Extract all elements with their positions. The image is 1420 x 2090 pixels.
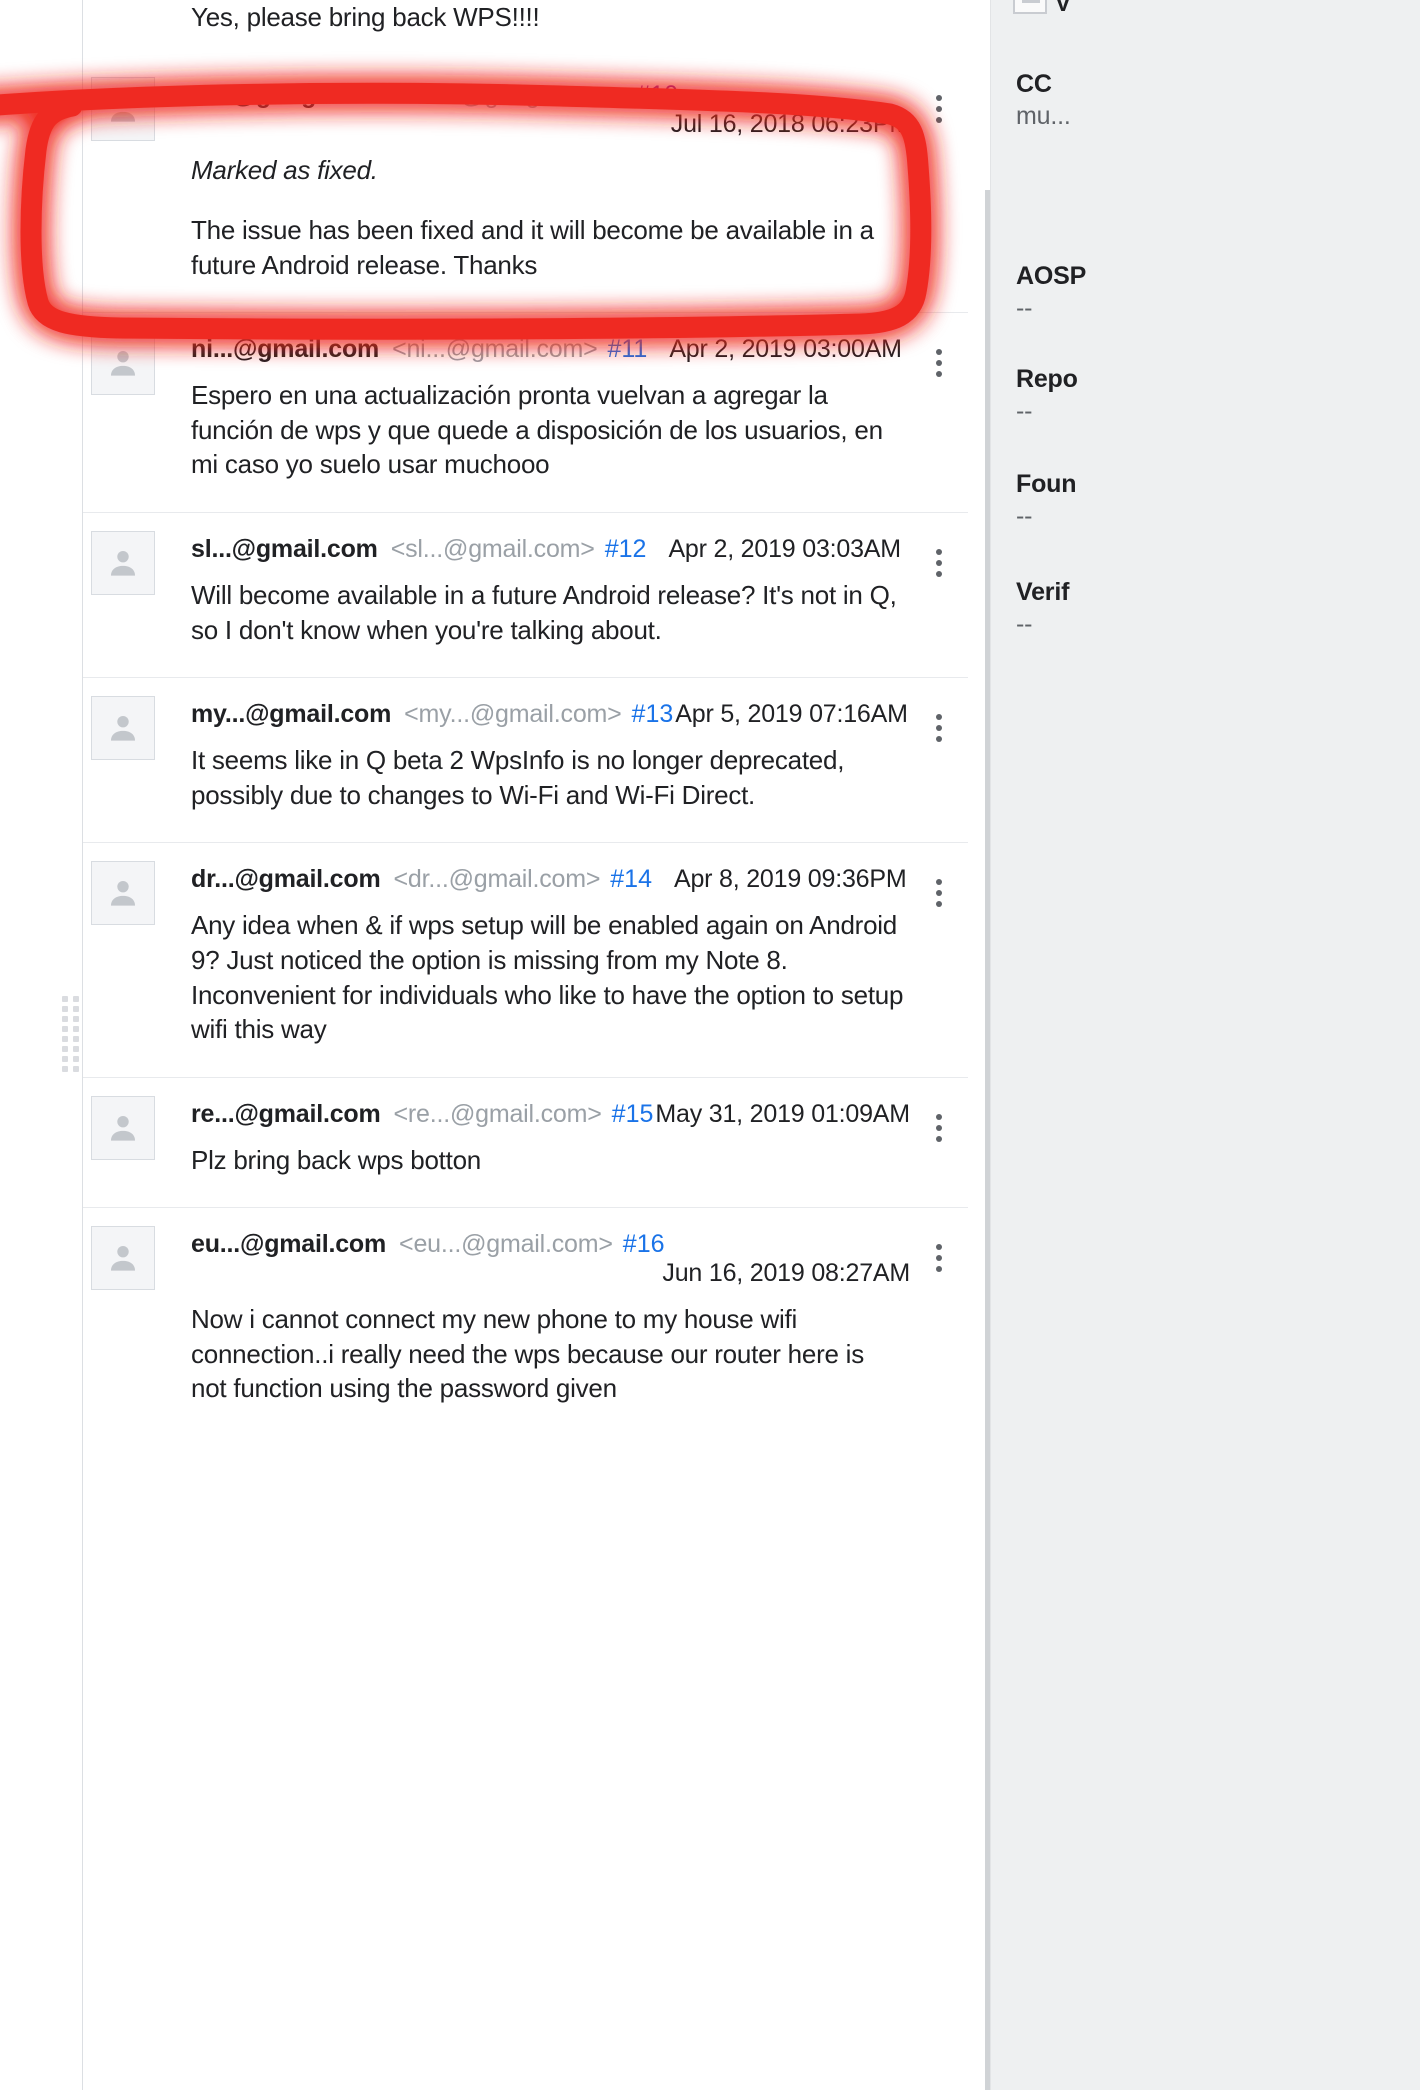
left-gutter [0, 0, 86, 2090]
metadata-label: CC [1016, 70, 1052, 98]
comment-author-email: <eu...@gmail.com> [399, 1230, 613, 1259]
drag-handle-icon[interactable] [62, 996, 80, 1074]
comment-body: Will become available in a future Androi… [83, 568, 968, 677]
comment-date: Apr 8, 2019 09:36PM [673, 865, 907, 894]
metadata-field: Verif -- [1016, 578, 1069, 639]
comment-date: Apr 2, 2019 03:03AM [668, 535, 901, 564]
comment-item: sl...@gmail.com <sl...@gmail.com> #12 Apr 2… [83, 512, 968, 678]
comment-author-email: <re...@gmail.com> [393, 1099, 602, 1128]
comment-item: vi...@google.com <vi...@google.com> #10 Jul… [83, 58, 968, 313]
comment-body: It seems like in Q beta 2 WpsInfo is no … [83, 733, 968, 842]
screenshot-root: Yes, please bring back WPS!!!! vi...@goo… [0, 0, 1420, 2090]
comment-body: Espero en una actualización pronta vuelv… [83, 368, 968, 512]
comment-number-link[interactable]: #11 [607, 335, 647, 364]
comment-number-link[interactable]: #13 [632, 700, 674, 729]
avatar [91, 861, 155, 926]
metadata-field: Repo -- [1016, 365, 1078, 426]
comment-number-link[interactable]: #16 [623, 1230, 665, 1259]
comment-number-link[interactable]: #15 [612, 1100, 654, 1129]
more-vert-icon[interactable] [922, 873, 956, 913]
comment-author: sl...@gmail.com [191, 535, 378, 564]
comment-header: dr...@gmail.com <dr...@gmail.com> #14 Apr 8… [83, 843, 968, 926]
partial-comment-text: Yes, please bring back WPS!!!! [191, 2, 540, 32]
more-vert-icon[interactable] [922, 708, 956, 748]
metadata-value[interactable]: -- [1016, 294, 1086, 323]
comment-date: Jul 16, 2018 06:23PM [670, 109, 910, 138]
comment-header: ni...@gmail.com <ni...@gmail.com> #11 Apr 2… [83, 313, 968, 396]
comment-item: eu...@gmail.com <eu...@gmail.com> #16 Jun 1… [83, 1207, 968, 1436]
comment-date: Apr 5, 2019 07:16AM [675, 700, 908, 729]
metadata-label: Repo [1016, 365, 1078, 393]
comment-paragraph: Now i cannot connect my new phone to my … [191, 1304, 864, 1404]
comment-author-email: <ni...@gmail.com> [392, 335, 598, 364]
comment-header: eu...@gmail.com <eu...@gmail.com> #16 Jun 1… [83, 1208, 968, 1292]
metadata-value[interactable]: mu... [1016, 102, 1071, 131]
meta-top-fragment-label: V [1055, 0, 1072, 17]
more-vert-icon[interactable] [922, 343, 956, 383]
avatar [91, 531, 155, 596]
comment-body: Plz bring back wps botton [83, 1133, 968, 1208]
comment-item: re...@gmail.com <re...@gmail.com> #15 May 3… [83, 1076, 968, 1208]
metadata-label: Foun [1016, 470, 1077, 498]
comment-paragraph: It seems like in Q beta 2 WpsInfo is no … [191, 745, 845, 810]
comment-paragraph: Plz bring back wps botton [191, 1144, 482, 1175]
metadata-label: Verif [1016, 578, 1070, 606]
comment-item: ni...@gmail.com <ni...@gmail.com> #11 Apr 2… [83, 312, 968, 513]
comment-author: my...@gmail.com [191, 700, 392, 729]
comment-author-email: <dr...@gmail.com> [393, 865, 601, 894]
avatar [91, 331, 155, 396]
metadata-value[interactable]: -- [1016, 502, 1076, 531]
comment-item: dr...@gmail.com <dr...@gmail.com> #14 Apr 8… [83, 842, 968, 1077]
comment-author: vi...@google.com [191, 80, 395, 109]
comment-header: my...@gmail.com <my...@gmail.com> #13 Apr 5… [83, 678, 968, 761]
comment-header: sl...@gmail.com <sl...@gmail.com> #12 Apr 2… [83, 513, 968, 596]
avatar [91, 1095, 155, 1160]
comment-author-email: <sl...@gmail.com> [390, 535, 595, 564]
metadata-field: AOSP -- [1016, 262, 1086, 323]
comment-paragraph: The issue has been fixed and it will bec… [191, 215, 874, 280]
comments-list: Yes, please bring back WPS!!!! vi...@goo… [83, 0, 968, 2090]
issue-metadata-panel: V CC mu... AOSP -- Repo -- Foun -- Verif -- [990, 0, 1420, 2090]
comment-header: re...@gmail.com <re...@gmail.com> #15 May 3… [83, 1078, 968, 1160]
collapse-box-icon[interactable] [1013, 0, 1047, 14]
comment-author: re...@gmail.com [191, 1099, 381, 1128]
comment-paragraph: Espero en una actualización pronta vuelv… [191, 380, 883, 480]
comment-paragraph: Will become available in a future Androi… [191, 580, 897, 645]
comment-header: vi...@google.com <vi...@google.com> #10 Jul… [83, 59, 968, 143]
comment-author: dr...@gmail.com [191, 865, 381, 894]
more-vert-icon[interactable] [922, 1238, 956, 1278]
metadata-field: Foun -- [1016, 470, 1076, 531]
comment-date: Jun 16, 2019 08:27AM [662, 1259, 910, 1288]
more-vert-icon[interactable] [922, 543, 956, 583]
comment-body: Any idea when & if wps setup will be ena… [83, 898, 968, 1076]
comment-number-link[interactable]: #12 [605, 535, 647, 564]
comment-date: May 31, 2019 01:09AM [655, 1099, 910, 1128]
metadata-field: CC mu... [1016, 70, 1071, 131]
more-vert-icon[interactable] [922, 1108, 956, 1148]
comment-paragraph: Marked as fixed. [191, 154, 378, 185]
metadata-value[interactable]: -- [1016, 610, 1069, 639]
comment-paragraph: Any idea when & if wps setup will be ena… [191, 910, 904, 1045]
metadata-label: AOSP [1016, 262, 1087, 290]
comment-author-email: <vi...@google.com> [407, 80, 627, 109]
comment-item: my...@gmail.com <my...@gmail.com> #13 Apr 5… [83, 677, 968, 843]
comment-author: ni...@gmail.com [191, 335, 380, 364]
comment-date: Apr 2, 2019 03:00AM [669, 335, 902, 364]
comment-body: Now i cannot connect my new phone to my … [83, 1292, 968, 1436]
avatar [91, 696, 155, 761]
comment-body: Marked as fixed. The issue has been fixed… [83, 143, 968, 313]
comment-author: eu...@gmail.com [191, 1230, 387, 1259]
more-vert-icon[interactable] [922, 89, 956, 129]
avatar [91, 1226, 155, 1291]
avatar [91, 76, 155, 141]
metadata-value[interactable]: -- [1016, 397, 1078, 426]
comment-number-link[interactable]: #14 [610, 865, 652, 894]
partial-comment-above: Yes, please bring back WPS!!!! [83, 0, 968, 59]
comment-author-email: <my...@gmail.com> [404, 700, 622, 729]
comment-number-link[interactable]: #10 [636, 81, 678, 110]
